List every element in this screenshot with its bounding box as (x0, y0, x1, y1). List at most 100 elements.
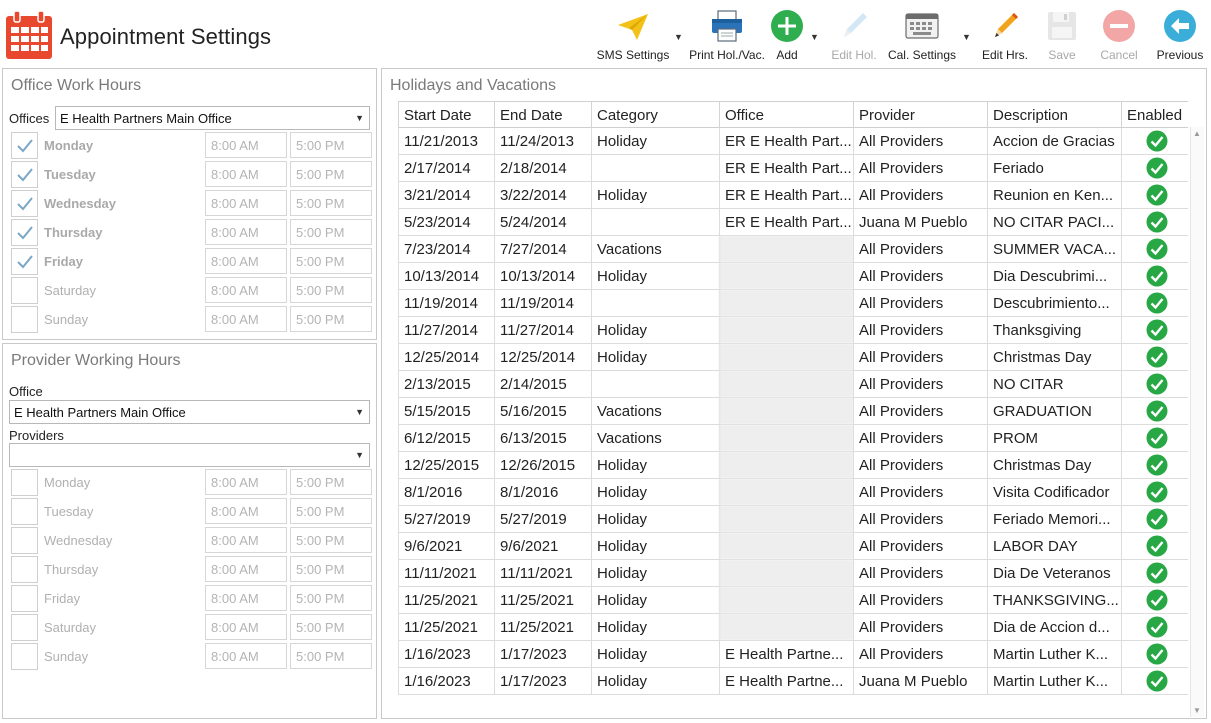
end-time-field[interactable]: 5:00 PM (290, 161, 372, 187)
cell-enabled[interactable] (1121, 371, 1188, 397)
end-time-field[interactable]: 5:00 PM (290, 643, 372, 669)
start-time-field[interactable]: 8:00 AM (205, 190, 287, 216)
save-button[interactable]: Save (1038, 6, 1086, 64)
column-header-provider[interactable]: Provider (853, 102, 987, 128)
table-row[interactable]: 12/25/2015 12/26/2015 Holiday All Providers… (398, 452, 1188, 479)
table-row[interactable]: 10/13/2014 10/13/2014 Holiday All Providers… (398, 263, 1188, 290)
end-time-field[interactable]: 5:00 PM (290, 306, 372, 332)
column-header-description[interactable]: Description (987, 102, 1121, 128)
table-row[interactable]: 11/25/2021 11/25/2021 Holiday All Providers… (398, 614, 1188, 641)
start-time-field[interactable]: 8:00 AM (205, 219, 287, 245)
day-checkbox-sunday[interactable] (11, 306, 38, 333)
start-time-field[interactable]: 8:00 AM (205, 556, 287, 582)
day-checkbox-sunday[interactable] (11, 643, 38, 670)
table-row[interactable]: 1/16/2023 1/17/2023 Holiday E Health Partne… (398, 668, 1188, 695)
cell-enabled[interactable] (1121, 128, 1188, 154)
day-checkbox-tuesday[interactable] (11, 498, 38, 525)
day-checkbox-thursday[interactable] (11, 219, 38, 246)
add-button[interactable]: Add (768, 6, 806, 64)
day-checkbox-tuesday[interactable] (11, 161, 38, 188)
office-select[interactable]: E Health Partners Main Office ▼ (55, 106, 370, 130)
end-time-field[interactable]: 5:00 PM (290, 132, 372, 158)
cell-enabled[interactable] (1121, 398, 1188, 424)
cancel-button[interactable]: Cancel (1094, 6, 1144, 64)
vertical-scrollbar[interactable]: ▲ ▼ (1190, 127, 1204, 717)
day-checkbox-wednesday[interactable] (11, 527, 38, 554)
end-time-field[interactable]: 5:00 PM (290, 190, 372, 216)
column-header-office[interactable]: Office (719, 102, 853, 128)
day-checkbox-saturday[interactable] (11, 277, 38, 304)
table-row[interactable]: 11/21/2013 11/24/2013 Holiday ER E Health P… (398, 128, 1188, 155)
cell-enabled[interactable] (1121, 263, 1188, 289)
cell-enabled[interactable] (1121, 506, 1188, 532)
table-row[interactable]: 12/25/2014 12/25/2014 Holiday All Providers… (398, 344, 1188, 371)
start-time-field[interactable]: 8:00 AM (205, 132, 287, 158)
table-row[interactable]: 1/16/2023 1/17/2023 Holiday E Health Partne… (398, 641, 1188, 668)
start-time-field[interactable]: 8:00 AM (205, 643, 287, 669)
start-time-field[interactable]: 8:00 AM (205, 498, 287, 524)
cell-enabled[interactable] (1121, 560, 1188, 586)
end-time-field[interactable]: 5:00 PM (290, 469, 372, 495)
column-header-enabled[interactable]: Enabled (1121, 102, 1188, 128)
table-row[interactable]: 8/1/2016 8/1/2016 Holiday All Providers Visi… (398, 479, 1188, 506)
providers-select[interactable]: ▼ (9, 443, 370, 467)
add-dropdown[interactable]: ▼ (810, 32, 820, 42)
table-row[interactable]: 11/11/2021 11/11/2021 Holiday All Providers… (398, 560, 1188, 587)
end-time-field[interactable]: 5:00 PM (290, 614, 372, 640)
start-time-field[interactable]: 8:00 AM (205, 248, 287, 274)
end-time-field[interactable]: 5:00 PM (290, 498, 372, 524)
cell-enabled[interactable] (1121, 290, 1188, 316)
table-row[interactable]: 11/19/2014 11/19/2014 All Providers Descubr… (398, 290, 1188, 317)
calendar-settings-button[interactable]: Cal. Settings (886, 6, 958, 64)
cell-enabled[interactable] (1121, 209, 1188, 235)
start-time-field[interactable]: 8:00 AM (205, 527, 287, 553)
start-time-field[interactable]: 8:00 AM (205, 469, 287, 495)
cell-enabled[interactable] (1121, 533, 1188, 559)
cell-enabled[interactable] (1121, 317, 1188, 343)
table-row[interactable]: 6/12/2015 6/13/2015 Vacations All Providers… (398, 425, 1188, 452)
table-row[interactable]: 7/23/2014 7/27/2014 Vacations All Providers… (398, 236, 1188, 263)
edit-holiday-button[interactable]: Edit Hol. (826, 6, 882, 64)
start-time-field[interactable]: 8:00 AM (205, 614, 287, 640)
table-row[interactable]: 9/6/2021 9/6/2021 Holiday All Providers LABO… (398, 533, 1188, 560)
provider-office-select[interactable]: E Health Partners Main Office ▼ (9, 400, 370, 424)
end-time-field[interactable]: 5:00 PM (290, 527, 372, 553)
table-row[interactable]: 5/27/2019 5/27/2019 Holiday All Providers Fe… (398, 506, 1188, 533)
cell-enabled[interactable] (1121, 182, 1188, 208)
table-row[interactable]: 2/13/2015 2/14/2015 All Providers NO CITAR (398, 371, 1188, 398)
cell-enabled[interactable] (1121, 479, 1188, 505)
previous-button[interactable]: Previous (1152, 6, 1208, 64)
sms-settings-dropdown[interactable]: ▼ (674, 32, 684, 42)
calendar-settings-dropdown[interactable]: ▼ (962, 32, 972, 42)
column-header-category[interactable]: Category (591, 102, 719, 128)
end-time-field[interactable]: 5:00 PM (290, 248, 372, 274)
table-row[interactable]: 2/17/2014 2/18/2014 ER E Health Part... All… (398, 155, 1188, 182)
day-checkbox-friday[interactable] (11, 248, 38, 275)
cell-enabled[interactable] (1121, 344, 1188, 370)
day-checkbox-monday[interactable] (11, 469, 38, 496)
cell-enabled[interactable] (1121, 641, 1188, 667)
start-time-field[interactable]: 8:00 AM (205, 585, 287, 611)
end-time-field[interactable]: 5:00 PM (290, 556, 372, 582)
table-row[interactable]: 11/27/2014 11/27/2014 Holiday All Providers… (398, 317, 1188, 344)
cell-enabled[interactable] (1121, 587, 1188, 613)
cell-enabled[interactable] (1121, 668, 1188, 694)
end-time-field[interactable]: 5:00 PM (290, 219, 372, 245)
print-holidays-button[interactable]: Print Hol./Vac. (688, 6, 766, 64)
start-time-field[interactable]: 8:00 AM (205, 306, 287, 332)
column-header-start-date[interactable]: Start Date (398, 102, 494, 128)
cell-enabled[interactable] (1121, 425, 1188, 451)
end-time-field[interactable]: 5:00 PM (290, 585, 372, 611)
table-row[interactable]: 3/21/2014 3/22/2014 Holiday ER E Health Par… (398, 182, 1188, 209)
edit-hours-button[interactable]: Edit Hrs. (978, 6, 1032, 64)
day-checkbox-thursday[interactable] (11, 556, 38, 583)
cell-enabled[interactable] (1121, 155, 1188, 181)
sms-settings-button[interactable]: SMS Settings (592, 6, 674, 64)
cell-enabled[interactable] (1121, 236, 1188, 262)
column-header-end-date[interactable]: End Date (494, 102, 591, 128)
day-checkbox-wednesday[interactable] (11, 190, 38, 217)
day-checkbox-friday[interactable] (11, 585, 38, 612)
table-row[interactable]: 11/25/2021 11/25/2021 Holiday All Providers… (398, 587, 1188, 614)
end-time-field[interactable]: 5:00 PM (290, 277, 372, 303)
table-row[interactable]: 5/15/2015 5/16/2015 Vacations All Providers… (398, 398, 1188, 425)
